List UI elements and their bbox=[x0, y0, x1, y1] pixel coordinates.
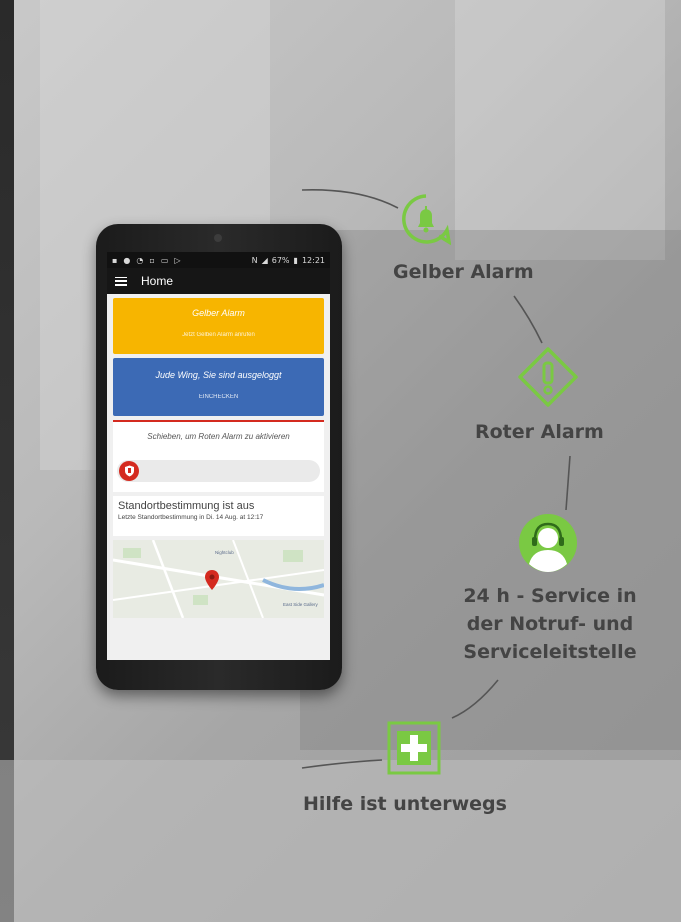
service-callout-line-3: Serviceleitstelle bbox=[463, 641, 637, 663]
app-bar-title: Home bbox=[141, 274, 174, 288]
medical-cross-icon bbox=[386, 720, 442, 780]
checkin-status: Jude Wing, Sie sind ausgeloggt bbox=[155, 370, 282, 380]
red-alarm-slider-handle[interactable] bbox=[119, 461, 139, 481]
phone-bottom-bezel bbox=[107, 660, 330, 682]
map-label-nightclub: Nightclub bbox=[215, 550, 234, 555]
notification-icon: ▭ bbox=[160, 255, 169, 265]
signal-icon: ◢ bbox=[261, 255, 268, 265]
red-alarm-slider-track[interactable] bbox=[117, 460, 320, 482]
battery-percent: 67% bbox=[271, 255, 290, 265]
bell-icon bbox=[401, 194, 452, 250]
location-title: Standortbestimmung ist aus bbox=[118, 500, 255, 512]
notification-icon: ▫ bbox=[149, 255, 155, 265]
red-alarm-slider-label: Schieben, um Roten Alarm zu aktivieren bbox=[147, 432, 290, 441]
phone-screen: ▪ ● ◔ ▫ ▭ ▷ N ◢ 67% ▮ 12:21 Home Gelber … bbox=[107, 252, 330, 660]
help-callout: Hilfe ist unterwegs bbox=[303, 793, 507, 815]
phone-camera bbox=[214, 234, 222, 242]
notification-icon: ▷ bbox=[174, 255, 181, 265]
checkin-card: Jude Wing, Sie sind ausgeloggt EINCHECKE… bbox=[113, 358, 324, 416]
location-subtitle: Letzte Standortbestimmung in Di. 14 Aug.… bbox=[118, 514, 264, 521]
warning-diamond-icon bbox=[517, 346, 579, 412]
notification-icon: ▪ bbox=[112, 255, 118, 265]
headset-operator-icon bbox=[517, 512, 579, 578]
app-bar: Home bbox=[107, 268, 330, 294]
yellow-alarm-card[interactable]: Gelber Alarm Jetzt Gelben Alarm anrufen bbox=[113, 298, 324, 354]
map-pin-icon bbox=[205, 570, 219, 590]
phone-mockup: ▪ ● ◔ ▫ ▭ ▷ N ◢ 67% ▮ 12:21 Home Gelber … bbox=[96, 224, 342, 690]
location-card: Standortbestimmung ist aus Letzte Stando… bbox=[113, 496, 324, 536]
hamburger-menu-icon[interactable] bbox=[115, 276, 127, 286]
shield-icon bbox=[124, 465, 134, 477]
status-bar: ▪ ● ◔ ▫ ▭ ▷ N ◢ 67% ▮ 12:21 bbox=[107, 252, 330, 268]
service-callout-line-2: der Notruf- und bbox=[466, 613, 634, 635]
service-callout: 24 h - Service in der Notruf- und Servic… bbox=[440, 582, 660, 666]
yellow-alarm-subtitle: Jetzt Gelben Alarm anrufen bbox=[182, 332, 255, 338]
map-view[interactable]: Nightclub East Side Gallery bbox=[113, 540, 324, 618]
status-time: 12:21 bbox=[301, 255, 325, 265]
notification-icon: ● bbox=[123, 255, 131, 265]
battery-icon: ▮ bbox=[293, 255, 298, 265]
map-label-east-side-gallery: East Side Gallery bbox=[283, 602, 318, 607]
red-alarm-slider-card: Schieben, um Roten Alarm zu aktivieren bbox=[113, 420, 324, 492]
red-alarm-callout: Roter Alarm bbox=[475, 421, 604, 443]
wifi-icon: ◔ bbox=[136, 255, 144, 265]
nfc-icon: N bbox=[251, 255, 258, 265]
checkin-button[interactable]: EINCHECKEN bbox=[113, 394, 324, 400]
service-callout-line-1: 24 h - Service in bbox=[463, 585, 637, 607]
yellow-alarm-callout: Gelber Alarm bbox=[393, 261, 534, 283]
yellow-alarm-title: Gelber Alarm bbox=[192, 308, 245, 318]
